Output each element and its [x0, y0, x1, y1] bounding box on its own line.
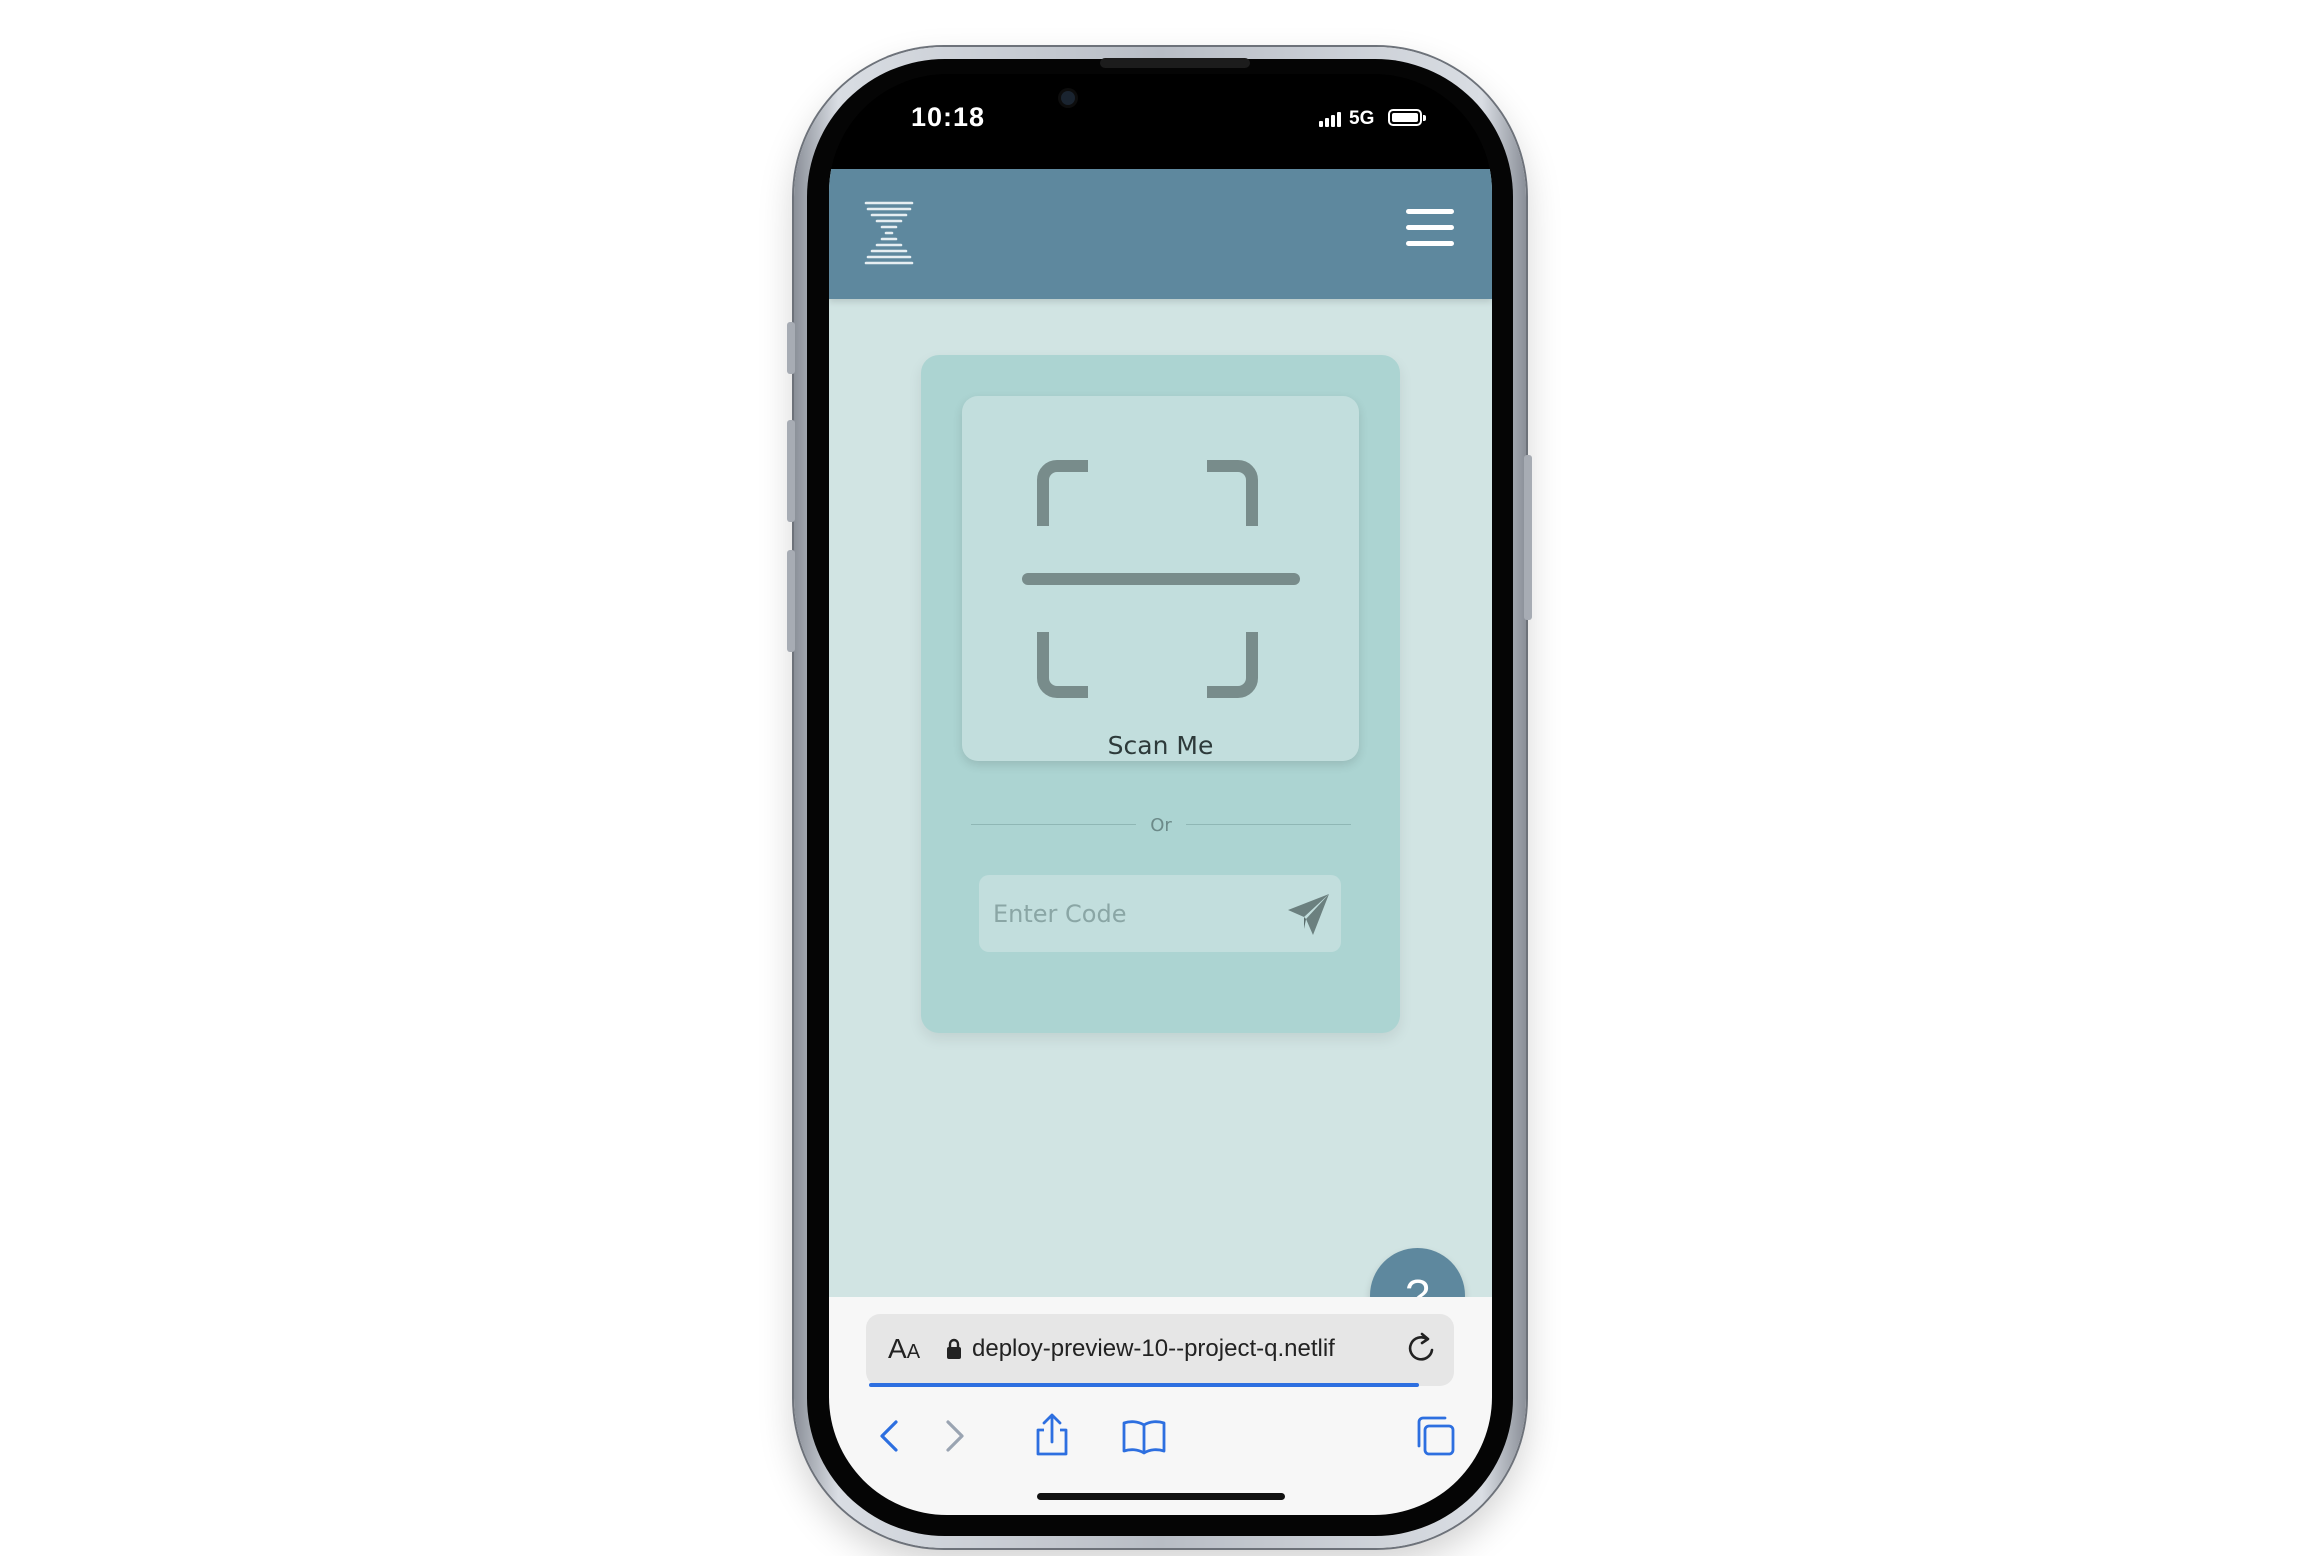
front-camera: [1061, 91, 1075, 105]
hourglass-logo-icon[interactable]: [863, 199, 915, 267]
home-indicator: [1037, 1493, 1285, 1500]
scan-button[interactable]: Scan Me: [962, 396, 1359, 761]
bookmarks-icon[interactable]: [1121, 1412, 1167, 1460]
lock-icon: [947, 1338, 961, 1359]
back-icon[interactable]: [867, 1412, 913, 1460]
scan-me-label: Scan Me: [1107, 731, 1214, 760]
browser-toolbar: AA deploy-preview-10--project-q.netlif: [829, 1297, 1492, 1515]
status-time: 10:18: [911, 102, 986, 132]
code-input-box: [979, 875, 1341, 952]
or-text: Or: [1150, 815, 1172, 836]
signal-icon: [1319, 111, 1345, 127]
volume-up-button: [787, 420, 795, 522]
status-bar: 10:18 5G: [829, 74, 1492, 169]
enter-code-input[interactable]: [979, 875, 1283, 952]
battery-icon: [1388, 109, 1426, 126]
network-type: 5G: [1349, 108, 1375, 129]
or-divider: Or: [971, 815, 1351, 836]
share-icon[interactable]: [1029, 1412, 1075, 1460]
page-load-progress: [869, 1383, 1419, 1387]
hamburger-menu-icon[interactable]: [1403, 205, 1457, 253]
address-bar[interactable]: AA deploy-preview-10--project-q.netlif: [866, 1314, 1454, 1386]
scan-frame-icon: [1022, 460, 1300, 698]
reader-settings-button[interactable]: AA: [888, 1333, 920, 1365]
earpiece-speaker: [1100, 58, 1250, 68]
scan-card: Scan Me Or: [921, 355, 1400, 1033]
volume-down-button: [787, 550, 795, 652]
reload-icon[interactable]: [1405, 1330, 1439, 1366]
power-button: [1524, 455, 1532, 620]
web-content: Scan Me Or ?: [829, 169, 1492, 1343]
paper-plane-icon[interactable]: [1284, 889, 1334, 939]
forward-icon[interactable]: [931, 1412, 977, 1460]
phone-screen: 10:18 5G Scan Me Or Enter Code ? AA depl…: [829, 74, 1492, 1515]
navbar: [829, 169, 1492, 299]
tabs-icon[interactable]: [1413, 1412, 1459, 1460]
mute-switch: [787, 322, 795, 374]
url-text: deploy-preview-10--project-q.netlif: [972, 1335, 1335, 1362]
